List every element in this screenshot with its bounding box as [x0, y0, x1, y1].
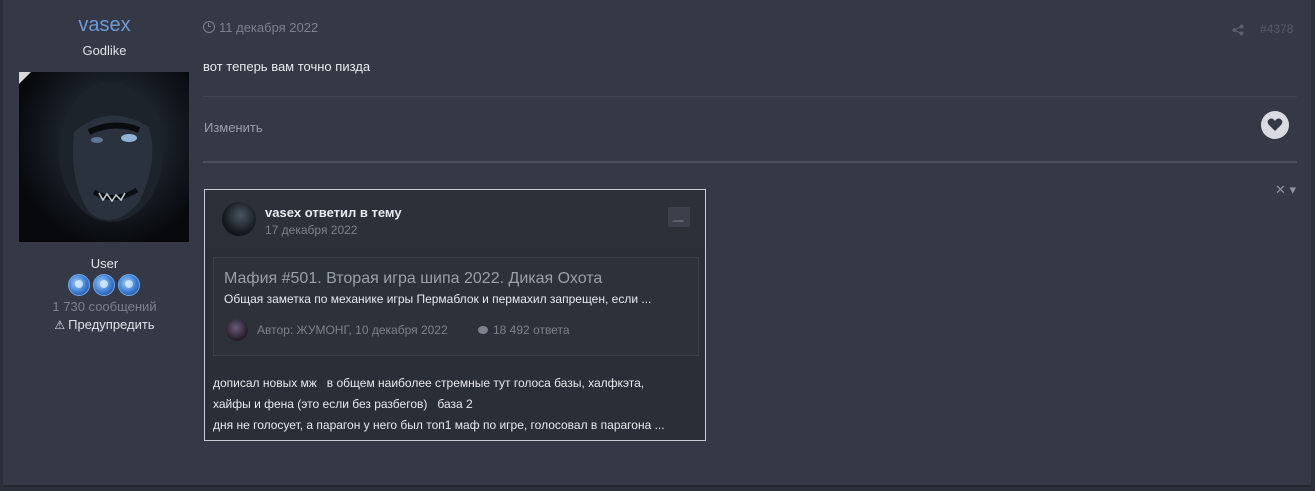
- author-rank: Godlike: [82, 43, 127, 58]
- badges: [68, 274, 140, 296]
- embed-body-line: дописал новых мж в общем наиболее стремн…: [213, 376, 645, 390]
- embed-card[interactable]: vasex ответил в тему 17 декабря 2022 Маф…: [204, 189, 706, 441]
- embed-body-line: хайфы и фена (это если без разбегов) баз…: [213, 397, 473, 411]
- image-icon: [668, 207, 690, 227]
- warning-icon: ⚠: [54, 318, 66, 332]
- like-button[interactable]: [1261, 111, 1289, 139]
- post-count: 1 730 сообщений: [52, 299, 157, 314]
- user-group: User: [90, 256, 119, 271]
- heart-icon: [1267, 118, 1283, 131]
- close-icon[interactable]: ✕ ▾: [1275, 182, 1296, 198]
- embed-title[interactable]: vasex ответил в тему: [265, 205, 402, 220]
- reply-count-text: 18 492 ответа: [493, 323, 570, 337]
- embed-date: 17 декабря 2022: [265, 223, 358, 237]
- quoted-topic-title[interactable]: Мафия #501. Вторая игра шипа 2022. Дикая…: [224, 270, 602, 288]
- embed-avatar[interactable]: [222, 202, 256, 236]
- divider: [203, 161, 1297, 163]
- reply-count: 18 492 ответа: [478, 323, 570, 337]
- post-date-text: 11 декабря 2022: [219, 20, 319, 35]
- comment-icon: [478, 326, 488, 334]
- share-icon[interactable]: [1232, 24, 1244, 36]
- edit-button[interactable]: Изменить: [204, 120, 263, 135]
- quoted-topic[interactable]: Мафия #501. Вторая игра шипа 2022. Дикая…: [213, 257, 699, 356]
- forum-post: vasex Godlike User 1 730 сообщений ⚠ Пред…: [3, 0, 1311, 487]
- quoted-topic-excerpt: Общая заметка по механике игры Пермаблок…: [224, 292, 652, 306]
- badge-icon: [93, 274, 115, 296]
- post-date[interactable]: 11 декабря 2022: [203, 20, 318, 35]
- badge-icon: [68, 274, 90, 296]
- warn-label: Предупредить: [68, 317, 155, 332]
- embed-body: дописал новых мж в общем наиболее стремн…: [213, 373, 699, 436]
- avatar[interactable]: [19, 72, 189, 242]
- clock-icon: [203, 21, 215, 33]
- post-body: вот теперь вам точно пизда: [203, 59, 371, 74]
- author-name[interactable]: vasex: [3, 14, 206, 37]
- divider: [203, 96, 1297, 97]
- warn-link[interactable]: ⚠ Предупредить: [3, 317, 206, 332]
- embed-header: vasex ответил в тему 17 декабря 2022: [205, 190, 705, 248]
- quoted-author-avatar: [226, 319, 248, 341]
- embed-body-line: дня не голосует, а парагон у него был то…: [213, 418, 665, 432]
- quoted-topic-author: Автор: ЖУМОНГ, 10 декабря 2022: [257, 323, 448, 337]
- badge-icon: [118, 274, 140, 296]
- post-number-link[interactable]: #4378: [1260, 22, 1293, 36]
